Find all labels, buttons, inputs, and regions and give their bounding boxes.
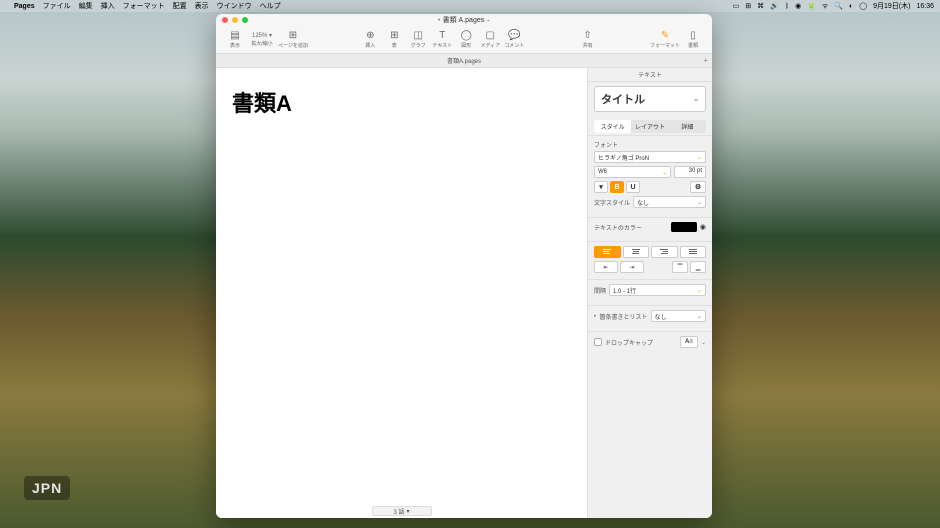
menu-format[interactable]: フォーマット [123, 1, 165, 11]
tab-more[interactable]: 詳細 [669, 120, 706, 133]
tabbar: 書類A.pages + [216, 54, 712, 68]
menubar: Pages ファイル 編集 挿入 フォーマット 配置 表示 ウインドウ ヘルプ … [0, 0, 940, 12]
text-color-swatch[interactable] [671, 222, 697, 232]
input-source-overlay: JPN [24, 476, 70, 500]
sidebar-tabs: スタイル レイアウト 詳細 [594, 120, 706, 133]
align-left-button[interactable] [594, 246, 621, 258]
chevron-right-icon[interactable]: ▸ [594, 313, 597, 319]
dropcap-checkbox[interactable] [594, 338, 602, 346]
app-name[interactable]: Pages [14, 3, 35, 10]
chart-button[interactable]: ◫グラフ [407, 30, 429, 49]
valign-bottom-button[interactable]: ▁ [690, 261, 706, 273]
text-color-label: テキストのカラー [594, 223, 668, 232]
minimize-button[interactable] [232, 17, 238, 23]
char-style-select[interactable]: なし⌄ [633, 196, 706, 208]
sidebar-header: テキスト [588, 68, 712, 82]
color-picker-icon[interactable]: ◉ [700, 223, 706, 231]
gear-icon[interactable]: ⚙ [690, 181, 706, 193]
status-icon[interactable]: ▭ [733, 2, 740, 10]
zoom-select[interactable]: 125% ▾拡大/縮小 [248, 32, 276, 47]
view-button[interactable]: ▤表示 [224, 30, 246, 49]
battery-icon[interactable]: 🔋 [807, 2, 816, 10]
valign-top-button[interactable]: ▔ [672, 261, 688, 273]
menu-insert[interactable]: 挿入 [101, 1, 115, 11]
indent-increase-button[interactable]: ⇥ [620, 261, 644, 273]
menubar-date[interactable]: 9月19日(木) [873, 1, 910, 11]
toolbar: ▤表示 125% ▾拡大/縮小 ⊞ページを追加 ⊕挿入 ⊞表 ◫グラフ Tテキス… [216, 26, 712, 54]
volume-icon[interactable]: 🔊 [770, 2, 779, 10]
wifi-icon[interactable]: ᯤ [822, 2, 828, 11]
align-right-button[interactable] [651, 246, 678, 258]
menu-arrange[interactable]: 配置 [173, 1, 187, 11]
bullets-label: 箇条書きとリスト [600, 312, 648, 321]
align-center-button[interactable] [623, 246, 650, 258]
table-button[interactable]: ⊞表 [383, 30, 405, 49]
font-weight-select[interactable]: W6⌄ [594, 166, 671, 178]
status-icon[interactable]: ⌘ [757, 2, 764, 10]
spacing-label: 間隔 [594, 286, 606, 295]
tab-style[interactable]: スタイル [594, 120, 631, 133]
paragraph-style-select[interactable]: タイトル⌄ [594, 86, 706, 112]
menubar-time[interactable]: 16:36 [916, 3, 934, 10]
bluetooth-icon[interactable]: ᛒ [785, 3, 789, 10]
share-button[interactable]: ⇧共有 [577, 30, 599, 49]
page-canvas[interactable]: 書類A 3 語▾ [216, 68, 587, 518]
bold-button[interactable]: B [610, 181, 624, 193]
insert-button[interactable]: ⊕挿入 [359, 30, 381, 49]
pages-window: ●書類 A.pages⌄ ▤表示 125% ▾拡大/縮小 ⊞ページを追加 ⊕挿入… [216, 14, 712, 518]
tab-layout[interactable]: レイアウト [631, 120, 668, 133]
font-size-field[interactable]: 30 pt [674, 166, 706, 178]
word-count[interactable]: 3 語▾ [372, 506, 432, 516]
close-button[interactable] [222, 17, 228, 23]
siri-icon[interactable]: ◯ [859, 2, 867, 10]
font-label: フォント [594, 140, 706, 149]
char-style-label: 文字スタイル [594, 198, 630, 207]
line-spacing-select[interactable]: 1.0 - 1行⌄ [609, 284, 706, 296]
control-center-icon[interactable]: ◐ [849, 3, 853, 10]
document-tab[interactable]: 書類A.pages [447, 56, 481, 65]
menu-window[interactable]: ウインドウ [217, 1, 252, 11]
chevron-down-icon[interactable]: ⌄ [701, 339, 706, 346]
new-tab-button[interactable]: + [703, 56, 708, 65]
menu-edit[interactable]: 編集 [79, 1, 93, 11]
font-style-menu[interactable]: ▾ [594, 181, 608, 193]
document-button[interactable]: ▯書類 [682, 30, 704, 49]
menu-help[interactable]: ヘルプ [260, 1, 281, 11]
comment-button[interactable]: 💬コメント [503, 30, 525, 49]
text-button[interactable]: Tテキスト [431, 30, 453, 49]
zoom-button[interactable] [242, 17, 248, 23]
search-icon[interactable]: 🔍 [834, 2, 843, 10]
format-sidebar: テキスト タイトル⌄ スタイル レイアウト 詳細 フォント ヒラギノ角ゴ Pro… [587, 68, 712, 518]
indent-decrease-button[interactable]: ⇤ [594, 261, 618, 273]
align-justify-button[interactable] [680, 246, 707, 258]
menu-file[interactable]: ファイル [43, 1, 71, 11]
titlebar: ●書類 A.pages⌄ [216, 14, 712, 26]
addpage-button[interactable]: ⊞ページを追加 [278, 30, 308, 49]
user-icon[interactable]: ◉ [795, 2, 801, 10]
media-button[interactable]: ▢メディア [479, 30, 501, 49]
underline-button[interactable]: U [626, 181, 640, 193]
status-icon[interactable]: ⊞ [745, 2, 751, 10]
format-button[interactable]: ✎フォーマット [650, 30, 680, 49]
dropcap-label: ドロップキャップ [605, 338, 677, 347]
bullets-select[interactable]: なし⌄ [651, 310, 706, 322]
menu-view[interactable]: 表示 [195, 1, 209, 11]
shape-button[interactable]: ◯図形 [455, 30, 477, 49]
font-family-select[interactable]: ヒラギノ角ゴ ProN⌄ [594, 151, 706, 163]
window-title: 書類 A.pages [443, 15, 485, 25]
dropcap-style-button[interactable]: A≡ [680, 336, 698, 348]
document-title-text[interactable]: 書類A [232, 86, 575, 118]
